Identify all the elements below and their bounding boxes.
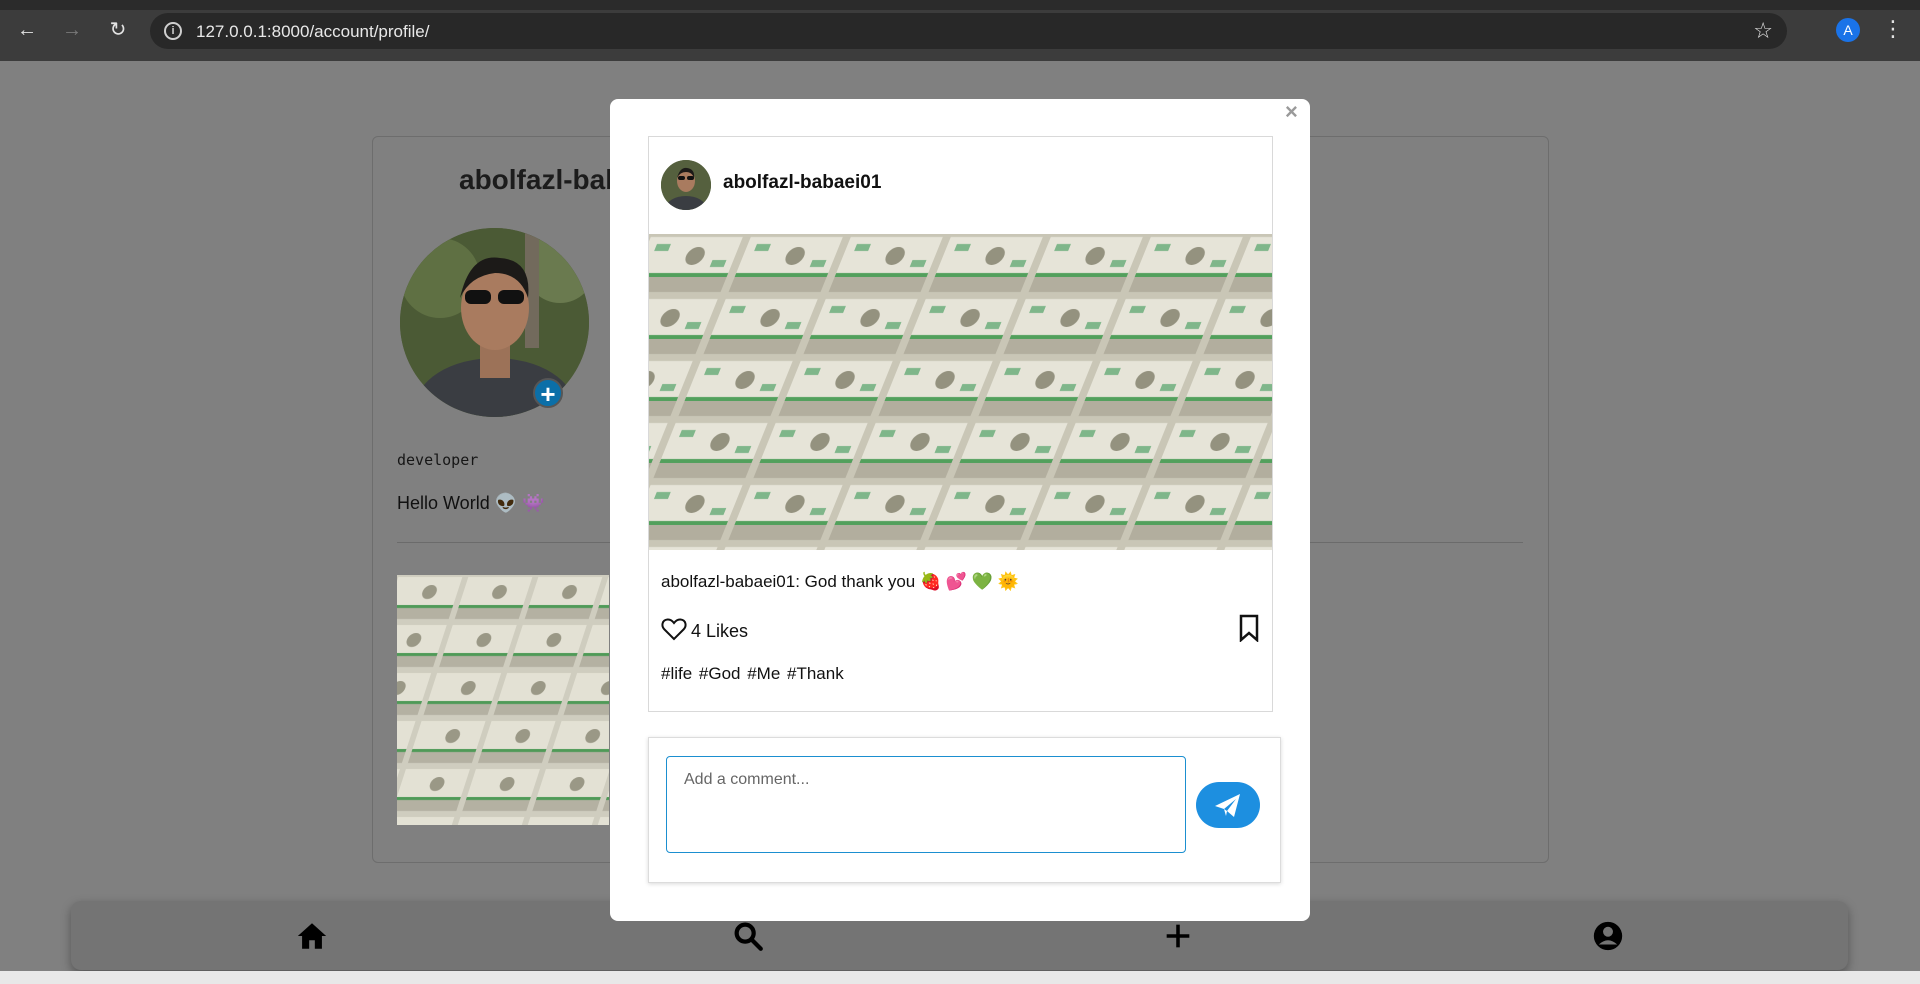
menu-kebab-icon[interactable]: ⋮ [1882, 16, 1904, 42]
browser-profile-avatar[interactable]: A [1836, 18, 1860, 42]
search-icon[interactable] [731, 919, 765, 953]
tab-strip [0, 0, 1920, 10]
close-button[interactable]: × [1285, 99, 1298, 125]
likes-count[interactable]: 4 Likes [691, 621, 748, 642]
post-caption: abolfazl-babaei01: God thank you 🍓 💕 💚 🌞 [661, 572, 1019, 591]
post-author-username[interactable]: abolfazl-babaei01 [723, 172, 881, 194]
profile-bio: Hello World 👽 👾 [397, 493, 545, 513]
url-text[interactable]: 127.0.0.1:8000/account/profile/ [196, 22, 429, 42]
post-author-avatar[interactable] [661, 160, 711, 210]
profile-icon[interactable] [1591, 919, 1625, 953]
bookmark-star-icon[interactable]: ☆ [1753, 18, 1773, 44]
post-image [649, 234, 1272, 550]
send-comment-button[interactable] [1196, 782, 1260, 828]
address-bar[interactable]: i 127.0.0.1:8000/account/profile/ ☆ [150, 13, 1787, 49]
post-thumbnail[interactable] [397, 575, 609, 825]
heart-icon[interactable] [661, 617, 687, 641]
profile-username: abolfazl-bab [459, 164, 623, 195]
bookmark-icon[interactable] [1239, 614, 1259, 642]
back-icon[interactable]: ← [15, 18, 39, 42]
site-info-icon[interactable]: i [164, 22, 182, 40]
send-icon [1215, 794, 1240, 817]
home-icon[interactable] [295, 919, 329, 953]
footer-strip [0, 971, 1920, 984]
comment-input[interactable] [666, 756, 1186, 853]
add-icon[interactable] [1161, 919, 1195, 953]
browser-toolbar: ← → ↻ i 127.0.0.1:8000/account/profile/ … [0, 0, 1920, 61]
forward-icon: → [62, 19, 82, 41]
add-avatar-button[interactable]: + [533, 378, 563, 408]
reload-icon[interactable]: ↻ [106, 18, 130, 42]
post-tags[interactable]: #life #God #Me #Thank [661, 664, 844, 684]
profile-job: developer [397, 451, 479, 469]
